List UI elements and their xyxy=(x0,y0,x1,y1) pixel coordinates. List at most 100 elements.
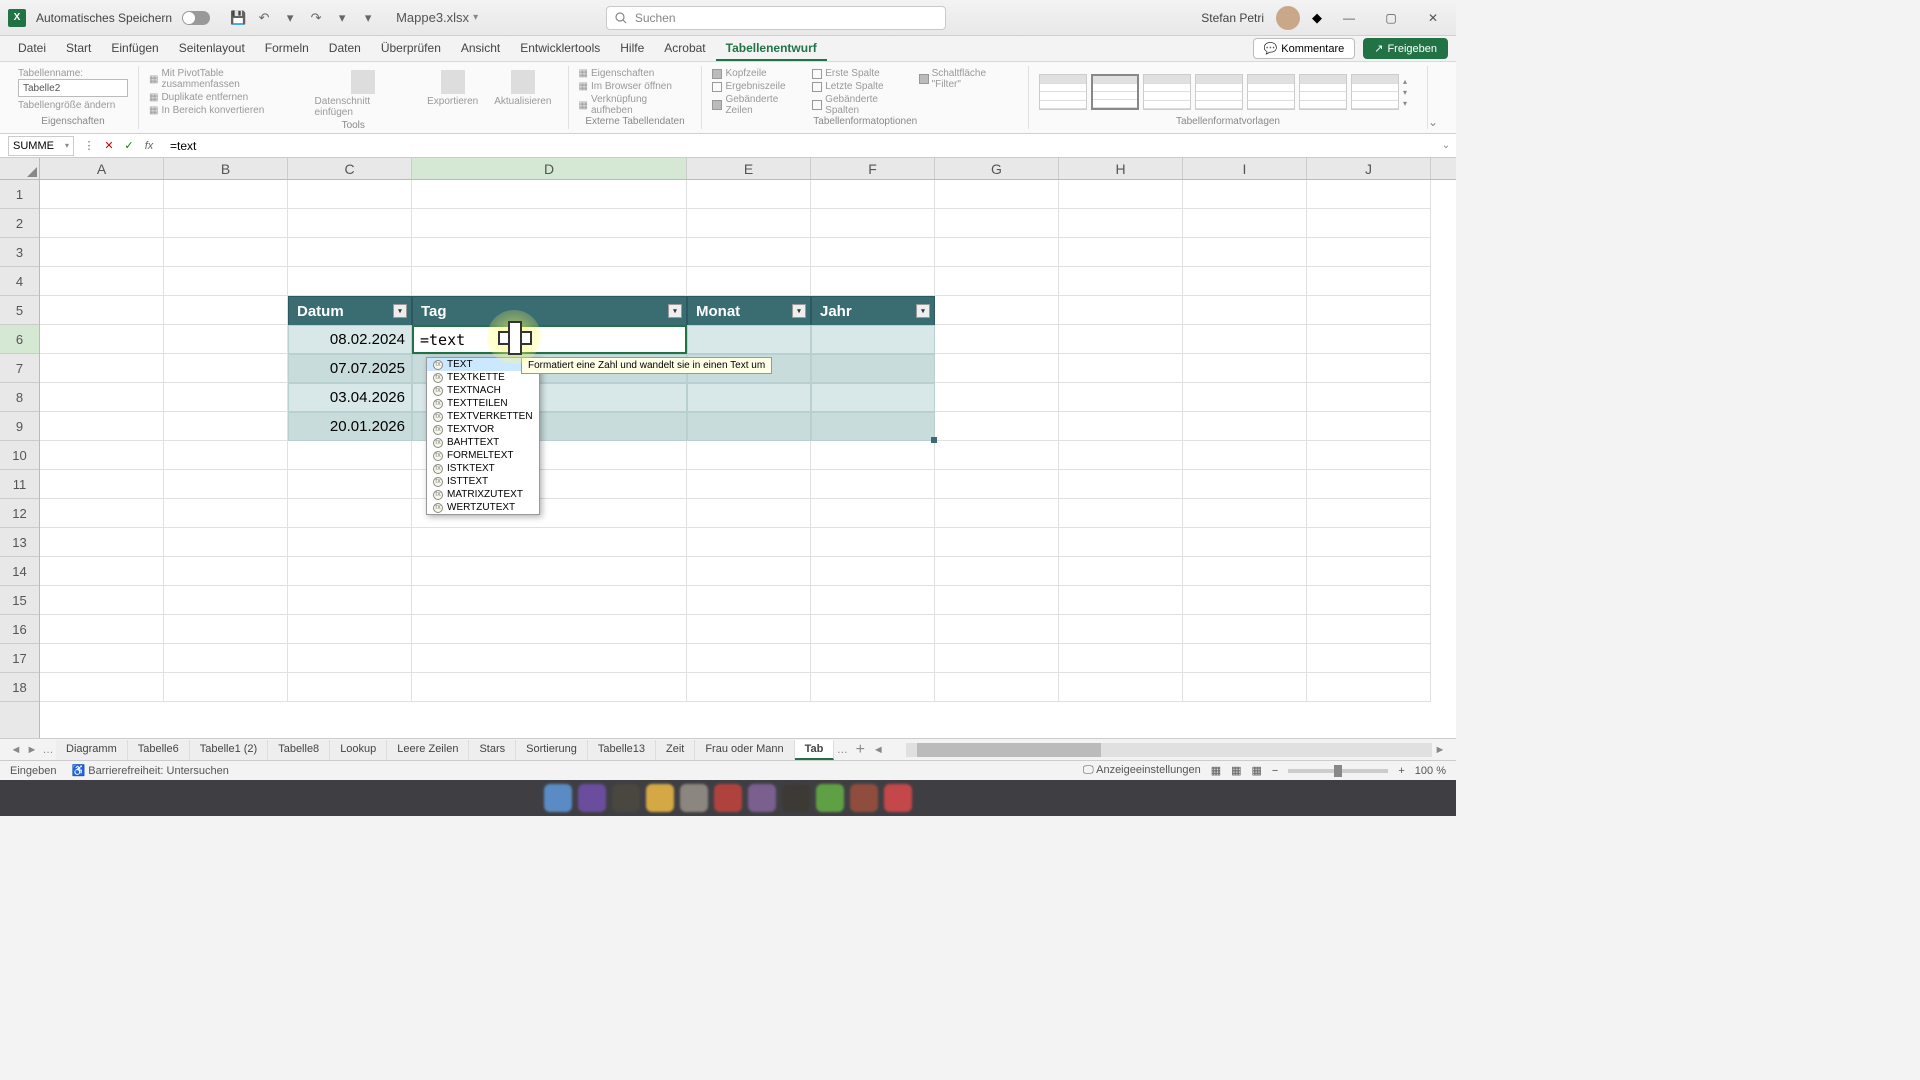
cell[interactable] xyxy=(164,644,288,673)
sheet-tab[interactable]: Zeit xyxy=(656,740,695,760)
cell[interactable] xyxy=(1183,267,1307,296)
cell[interactable] xyxy=(288,441,412,470)
cell[interactable] xyxy=(164,238,288,267)
table-style-thumb[interactable] xyxy=(1195,74,1243,110)
row-header-10[interactable]: 10 xyxy=(0,441,39,470)
filter-dropdown-icon[interactable]: ▾ xyxy=(916,304,930,318)
sheet-nav-prev[interactable]: ◄ xyxy=(8,744,24,756)
cell[interactable] xyxy=(1059,412,1183,441)
sheet-nav-next[interactable]: ► xyxy=(24,744,40,756)
sheet-tab[interactable]: Frau oder Mann xyxy=(695,740,794,760)
table-cell[interactable] xyxy=(687,325,811,354)
menu-tab-acrobat[interactable]: Acrobat xyxy=(654,37,715,61)
cell[interactable] xyxy=(288,238,412,267)
menu-tab-ansicht[interactable]: Ansicht xyxy=(451,37,510,61)
cell[interactable] xyxy=(935,180,1059,209)
formula-input[interactable] xyxy=(164,136,1436,156)
autocomplete-item[interactable]: fxMATRIXZUTEXT xyxy=(427,488,539,501)
cell[interactable] xyxy=(1059,673,1183,702)
cell[interactable] xyxy=(288,209,412,238)
taskbar-app[interactable] xyxy=(850,784,878,812)
cell[interactable] xyxy=(40,296,164,325)
cell[interactable] xyxy=(1183,528,1307,557)
row-header-15[interactable]: 15 xyxy=(0,586,39,615)
accessibility-status[interactable]: ♿ Barrierefreiheit: Untersuchen xyxy=(72,764,229,777)
pivot-button[interactable]: ▦ Mit PivotTable zusammenfassen xyxy=(149,68,305,90)
search-input[interactable]: Suchen xyxy=(606,6,946,30)
cell[interactable] xyxy=(1183,470,1307,499)
row-header-7[interactable]: 7 xyxy=(0,354,39,383)
cell[interactable] xyxy=(811,267,935,296)
cell[interactable] xyxy=(1059,180,1183,209)
column-header-C[interactable]: C xyxy=(288,158,412,179)
cell[interactable] xyxy=(811,586,935,615)
banded-rows-checkbox[interactable] xyxy=(712,100,722,110)
column-header-J[interactable]: J xyxy=(1307,158,1431,179)
column-header-A[interactable]: A xyxy=(40,158,164,179)
taskbar-app[interactable] xyxy=(680,784,708,812)
taskbar-app[interactable] xyxy=(884,784,912,812)
autosave-toggle[interactable] xyxy=(182,11,210,25)
cell[interactable] xyxy=(40,412,164,441)
table-header[interactable]: Jahr▾ xyxy=(811,296,935,326)
cell[interactable] xyxy=(935,296,1059,325)
cell[interactable] xyxy=(935,267,1059,296)
cell[interactable] xyxy=(40,180,164,209)
column-header-E[interactable]: E xyxy=(687,158,811,179)
table-cell[interactable]: 20.01.2026 xyxy=(288,412,412,441)
minimize-button[interactable]: — xyxy=(1334,8,1364,28)
diamond-icon[interactable]: ◆ xyxy=(1312,10,1322,26)
undo-dropdown[interactable]: ▾ xyxy=(280,8,300,28)
table-name-input[interactable] xyxy=(18,79,128,97)
cell[interactable] xyxy=(1183,180,1307,209)
cell[interactable] xyxy=(164,673,288,702)
total-row-checkbox[interactable] xyxy=(712,82,722,92)
taskbar-app[interactable] xyxy=(646,784,674,812)
cell[interactable] xyxy=(164,470,288,499)
cell[interactable] xyxy=(1183,354,1307,383)
cell[interactable] xyxy=(935,470,1059,499)
cell[interactable] xyxy=(412,615,687,644)
table-props-button[interactable]: ▦ Eigenschaften xyxy=(579,68,692,79)
cell-grid[interactable]: Datum▾Tag▾Monat▾Jahr▾08.02.2024=text07.0… xyxy=(40,180,1456,738)
cell[interactable] xyxy=(1183,673,1307,702)
username[interactable]: Stefan Petri xyxy=(1201,11,1264,25)
table-style-thumb[interactable] xyxy=(1351,74,1399,110)
cell[interactable] xyxy=(1307,557,1431,586)
filter-button-checkbox[interactable] xyxy=(919,74,929,84)
row-header-8[interactable]: 8 xyxy=(0,383,39,412)
sheet-tab[interactable]: Tab xyxy=(795,740,835,760)
cell[interactable] xyxy=(687,499,811,528)
cell[interactable] xyxy=(40,557,164,586)
banded-cols-checkbox[interactable] xyxy=(812,100,822,110)
cell[interactable] xyxy=(811,238,935,267)
taskbar-app[interactable] xyxy=(578,784,606,812)
cell[interactable] xyxy=(1307,412,1431,441)
confirm-formula-button[interactable]: ✓ xyxy=(120,137,138,155)
taskbar-app[interactable] xyxy=(782,784,810,812)
filter-dropdown-icon[interactable]: ▾ xyxy=(668,304,682,318)
cell[interactable] xyxy=(412,673,687,702)
cell[interactable] xyxy=(687,238,811,267)
sheet-tab[interactable]: Tabelle13 xyxy=(588,740,656,760)
cell[interactable] xyxy=(1183,209,1307,238)
sheet-tab[interactable]: Diagramm xyxy=(56,740,128,760)
sheet-tab[interactable]: Stars xyxy=(469,740,516,760)
styles-more-button[interactable]: ▴▾▾ xyxy=(1403,77,1417,108)
cell[interactable] xyxy=(1059,238,1183,267)
cell[interactable] xyxy=(687,673,811,702)
cell[interactable] xyxy=(40,528,164,557)
menu-tab-datei[interactable]: Datei xyxy=(8,37,56,61)
refresh-button[interactable]: Aktualisieren xyxy=(488,68,557,109)
cell[interactable] xyxy=(811,470,935,499)
cell[interactable] xyxy=(935,586,1059,615)
cell[interactable] xyxy=(811,673,935,702)
sheet-tab[interactable]: Tabelle6 xyxy=(128,740,190,760)
cell[interactable] xyxy=(1307,528,1431,557)
cell[interactable] xyxy=(288,557,412,586)
sheet-nav-more[interactable]: … xyxy=(40,744,56,756)
cell[interactable] xyxy=(412,267,687,296)
table-cell[interactable] xyxy=(687,383,811,412)
taskbar-app[interactable] xyxy=(544,784,572,812)
convert-range-button[interactable]: ▦ In Bereich konvertieren xyxy=(149,105,305,116)
